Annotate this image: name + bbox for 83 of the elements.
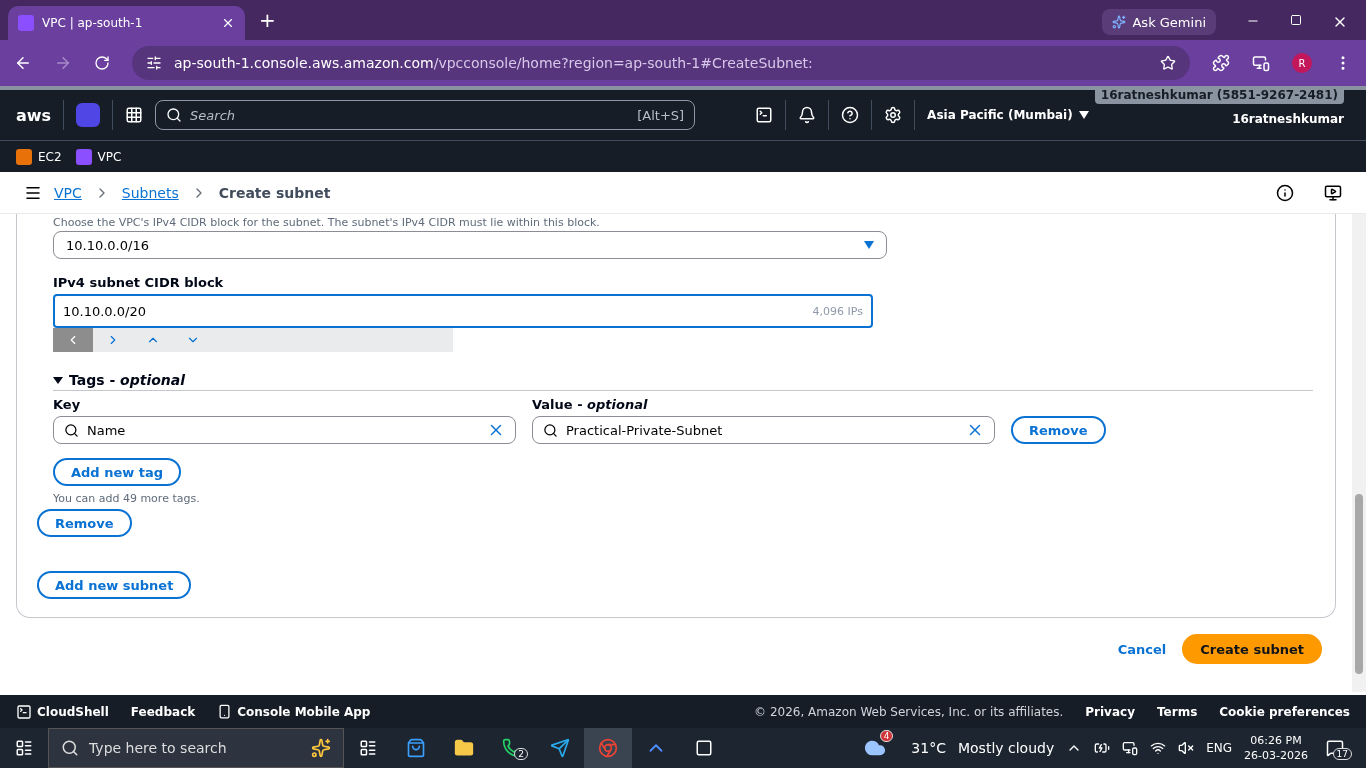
search-icon (543, 422, 558, 438)
add-tag-button[interactable]: Add new tag (53, 458, 182, 486)
footer-link[interactable]: Cookie preferences (1219, 704, 1350, 719)
user-name: 16ratneshkumar (1232, 112, 1344, 126)
footer-link[interactable]: Terms (1157, 704, 1198, 719)
maximize-icon[interactable] (1290, 14, 1302, 26)
close-icon[interactable] (221, 16, 235, 30)
remove-button[interactable]: Remove (1011, 416, 1106, 444)
reload-icon[interactable] (94, 55, 110, 71)
language-indicator[interactable]: ENG (1206, 741, 1233, 755)
remove-button[interactable]: Remove (37, 509, 132, 537)
sparkle-icon (1112, 15, 1127, 29)
section-title[interactable]: Tags - optional (69, 372, 186, 388)
forward-icon[interactable] (54, 54, 72, 72)
puzzle-icon[interactable] (1212, 54, 1230, 72)
browser-icon[interactable] (584, 728, 632, 768)
field-hint: Choose the VPC's IPv4 CIDR block for the subnet. The subnet's IPv4 CIDR must lie within this block. (53, 216, 601, 229)
value-field[interactable]: Practical-Private-Subnet (532, 416, 995, 444)
sparkle-icon[interactable] (311, 738, 331, 758)
back-icon[interactable] (14, 54, 32, 72)
cloud-weather-icon[interactable]: 4 (851, 728, 900, 768)
site-settings-icon[interactable] (146, 55, 162, 71)
bell-icon[interactable] (798, 106, 817, 124)
region-menu[interactable]: Asia Pacific (Mumbai) (927, 108, 1073, 122)
search-placeholder: Search (190, 107, 237, 123)
add-subnet-button[interactable]: Add new subnet (37, 571, 192, 599)
star-icon[interactable] (1160, 55, 1176, 71)
new-tab-button[interactable]: + (259, 8, 276, 32)
temperature: 31°C (911, 740, 946, 756)
field-label: IPv4 subnet CIDR block (53, 275, 225, 290)
taskbar-search-field[interactable]: Type here to search (48, 728, 344, 768)
terminal-icon[interactable] (755, 106, 774, 124)
search-icon (166, 107, 183, 123)
settings-icon[interactable] (884, 106, 903, 124)
copyright-text: © 2026, Amazon Web Services, Inc. or its affiliates. (754, 704, 1064, 719)
weather-text: Mostly cloudy (957, 740, 1055, 756)
vpc-cidr-select[interactable]: 10.10.0.0/16 (53, 231, 887, 259)
shortcut-hint: [Alt+S] (637, 107, 685, 123)
scrollbar[interactable] (1352, 214, 1366, 692)
muted-speaker-icon[interactable] (1178, 740, 1195, 756)
account-menu[interactable]: 16ratneshkumar (5851-9267-2481) (1094, 86, 1344, 104)
favorite-link[interactable]: VPC (75, 148, 122, 165)
info-icon[interactable] (1276, 183, 1294, 202)
help-icon[interactable] (841, 106, 860, 124)
notification-badge: 2 (514, 748, 528, 760)
breadcrumb-item[interactable]: VPC (54, 184, 82, 201)
create-subnet-button[interactable]: Create subnet (1182, 634, 1322, 664)
feedback-link[interactable]: Feedback (130, 704, 196, 719)
feedback-screen-icon[interactable] (1324, 183, 1342, 202)
phone-chat-icon[interactable]: 2 (488, 728, 536, 768)
url-host: ap-south-1.console.aws.amazon.com (174, 55, 434, 71)
mobile-app-link[interactable]: Console Mobile App (217, 704, 371, 719)
grid-menu-icon[interactable] (125, 106, 144, 124)
cancel-link[interactable]: Cancel (1117, 641, 1167, 657)
browser-tab[interactable]: VPC | ap-south-1 (8, 6, 245, 40)
dropdown-icon[interactable] (1078, 111, 1089, 119)
battery-icon[interactable] (1094, 740, 1111, 756)
cloudshell-link[interactable]: CloudShell (16, 703, 109, 720)
ask-gemini-button[interactable]: Ask Gemini (1102, 9, 1216, 35)
search-icon (64, 422, 79, 438)
footer-link[interactable]: Privacy (1085, 704, 1135, 719)
tag-limit-note: You can add 49 more tags. (53, 492, 201, 505)
column-label: Value - optional (532, 397, 649, 412)
clock[interactable]: 06:26 PM 26-03-2026 (1244, 734, 1308, 762)
wifi-icon[interactable] (1150, 740, 1167, 756)
device-icon[interactable] (1122, 740, 1139, 756)
breadcrumb-item[interactable]: Subnets (121, 184, 179, 201)
favorite-link[interactable]: EC2 (16, 148, 62, 165)
cidr-input[interactable]: 10.10.0.0/20 4,096 IPs (53, 294, 873, 328)
weather-badge: 4 (879, 730, 894, 742)
key-field[interactable]: Name (53, 416, 516, 444)
terminal-icon (16, 703, 32, 720)
url-path: /vpcconsole/home?region=ap-south-1#CreateSubnet: (433, 55, 813, 71)
aws-logo[interactable]: aws (16, 105, 52, 125)
tab-title: VPC | ap-south-1 (42, 16, 144, 30)
profile-avatar[interactable]: R (1292, 53, 1312, 73)
search-icon (61, 739, 79, 757)
phone-icon (217, 704, 233, 719)
address-bar[interactable]: ap-south-1.console.aws.amazon.com/vpcconsole/home?region=ap-south-1#CreateSubnet: (132, 46, 1190, 80)
breadcrumb-item[interactable]: Create subnet (218, 184, 331, 201)
expand-icon[interactable] (53, 376, 63, 384)
search-field[interactable]: Search [Alt+S] (155, 100, 696, 130)
column-label: Key (53, 397, 82, 412)
